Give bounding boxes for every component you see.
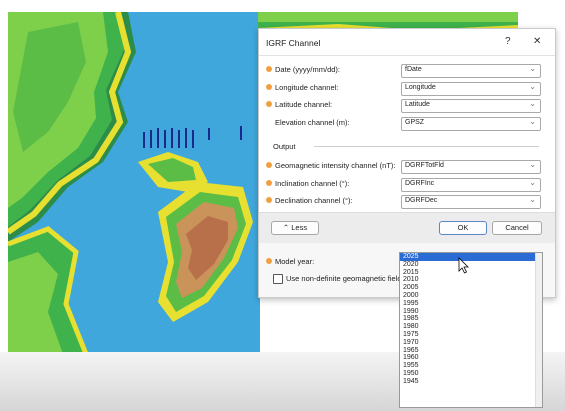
model-year-option[interactable]: 1955 — [400, 362, 542, 370]
model-year-option[interactable]: 1995 — [400, 300, 542, 308]
required-marker-icon — [266, 258, 272, 264]
non-definite-checkbox[interactable] — [273, 274, 283, 284]
inclination-row: Inclination channel (°): DGRFInc ⌄ — [266, 178, 546, 192]
model-year-option[interactable]: 2005 — [400, 284, 542, 292]
model-year-option[interactable]: 2000 — [400, 292, 542, 300]
chevron-down-icon: ⌄ — [529, 178, 536, 187]
date-select-value: fDate — [405, 66, 422, 73]
less-button[interactable]: ⌃ Less — [271, 221, 319, 235]
model-year-option[interactable]: 2025 — [400, 253, 542, 261]
longitude-select[interactable]: Longitude ⌄ — [401, 82, 541, 96]
model-year-row: Model year: — [266, 256, 396, 270]
chevron-down-icon: ⌄ — [529, 160, 536, 169]
dropdown-scrollbar[interactable] — [535, 253, 542, 407]
elevation-row: Elevation channel (m): GPSZ ⌄ — [266, 117, 546, 131]
model-year-option[interactable]: 2010 — [400, 276, 542, 284]
intensity-label: Geomagnetic intensity channel (nT): — [275, 161, 396, 170]
button-bar: ⌃ Less OK Cancel — [259, 212, 555, 243]
less-button-label: Less — [291, 223, 308, 232]
model-year-dropdown-list[interactable]: 2025 2020 2015 2010 2005 2000 1995 1990 1985 1980… — [399, 252, 543, 408]
chevron-down-icon: ⌄ — [529, 99, 536, 108]
cancel-button[interactable]: Cancel — [492, 221, 542, 235]
model-year-option[interactable]: 1980 — [400, 323, 542, 331]
longitude-label: Longitude channel: — [275, 83, 339, 92]
longitude-select-value: Longitude — [405, 84, 436, 91]
required-marker-icon — [266, 101, 272, 107]
non-definite-label: Use non-definite geomagnetic field — [286, 274, 402, 283]
intensity-select-value: DGRFTotFld — [405, 162, 444, 169]
elevation-label: Elevation channel (m): — [275, 118, 350, 127]
model-year-options: 2025 2020 2015 2010 2005 2000 1995 1990 1985 1980… — [400, 253, 542, 386]
non-definite-row[interactable]: Use non-definite geomagnetic field — [273, 274, 403, 288]
help-button[interactable]: ? — [505, 36, 511, 47]
model-year-option[interactable]: 2020 — [400, 261, 542, 269]
output-divider — [314, 146, 539, 147]
chevron-down-icon: ⌄ — [529, 64, 536, 73]
latitude-row: Latitude channel: Latitude ⌄ — [266, 99, 546, 113]
chevron-down-icon: ⌄ — [529, 195, 536, 204]
dialog-titlebar[interactable]: IGRF Channel ? ✕ — [259, 29, 555, 55]
required-marker-icon — [266, 197, 272, 203]
map-view[interactable] — [8, 12, 260, 354]
elevation-select-value: GPSZ — [405, 119, 425, 126]
elevation-select[interactable]: GPSZ ⌄ — [401, 117, 541, 131]
ok-button[interactable]: OK — [439, 221, 487, 235]
latitude-select-value: Latitude — [405, 101, 430, 108]
model-year-option[interactable]: 1950 — [400, 370, 542, 378]
chevron-down-icon: ⌄ — [529, 117, 536, 126]
model-year-option[interactable]: 1965 — [400, 347, 542, 355]
declination-select-value: DGRFDec — [405, 197, 438, 204]
required-marker-icon — [266, 84, 272, 90]
latitude-label: Latitude channel: — [275, 100, 333, 109]
model-year-option[interactable]: 1945 — [400, 378, 542, 386]
intensity-row: Geomagnetic intensity channel (nT): DGRF… — [266, 160, 546, 174]
mouse-cursor-icon — [458, 257, 469, 274]
intensity-select[interactable]: DGRFTotFld ⌄ — [401, 160, 541, 174]
map-image — [8, 12, 260, 354]
model-year-label: Model year: — [275, 257, 315, 266]
close-button[interactable]: ✕ — [533, 36, 541, 47]
required-marker-icon — [266, 162, 272, 168]
model-year-option[interactable]: 1985 — [400, 315, 542, 323]
date-row: Date (yyyy/mm/dd): fDate ⌄ — [266, 64, 546, 78]
required-marker-icon — [266, 180, 272, 186]
double-chevron-up-icon: ⌃ — [282, 223, 290, 232]
chevron-down-icon: ⌄ — [529, 82, 536, 91]
model-year-option[interactable]: 1970 — [400, 339, 542, 347]
latitude-select[interactable]: Latitude ⌄ — [401, 99, 541, 113]
declination-label: Declination channel (°): — [275, 196, 353, 205]
inclination-select-value: DGRFInc — [405, 180, 435, 187]
date-select[interactable]: fDate ⌄ — [401, 64, 541, 78]
declination-select[interactable]: DGRFDec ⌄ — [401, 195, 541, 209]
model-year-option[interactable]: 2015 — [400, 269, 542, 277]
dialog-title: IGRF Channel — [266, 38, 321, 48]
output-section-label: Output — [273, 142, 296, 151]
model-year-option[interactable]: 1990 — [400, 308, 542, 316]
inclination-label: Inclination channel (°): — [275, 179, 350, 188]
longitude-row: Longitude channel: Longitude ⌄ — [266, 82, 546, 96]
form-area: Date (yyyy/mm/dd): fDate ⌄ Longitude cha… — [259, 55, 555, 212]
model-year-option[interactable]: 1975 — [400, 331, 542, 339]
cancel-button-label: Cancel — [505, 223, 529, 232]
model-year-option[interactable]: 1960 — [400, 354, 542, 362]
ok-button-label: OK — [457, 223, 469, 232]
declination-row: Declination channel (°): DGRFDec ⌄ — [266, 195, 546, 209]
inclination-select[interactable]: DGRFInc ⌄ — [401, 178, 541, 192]
date-label: Date (yyyy/mm/dd): — [275, 65, 341, 74]
required-marker-icon — [266, 66, 272, 72]
